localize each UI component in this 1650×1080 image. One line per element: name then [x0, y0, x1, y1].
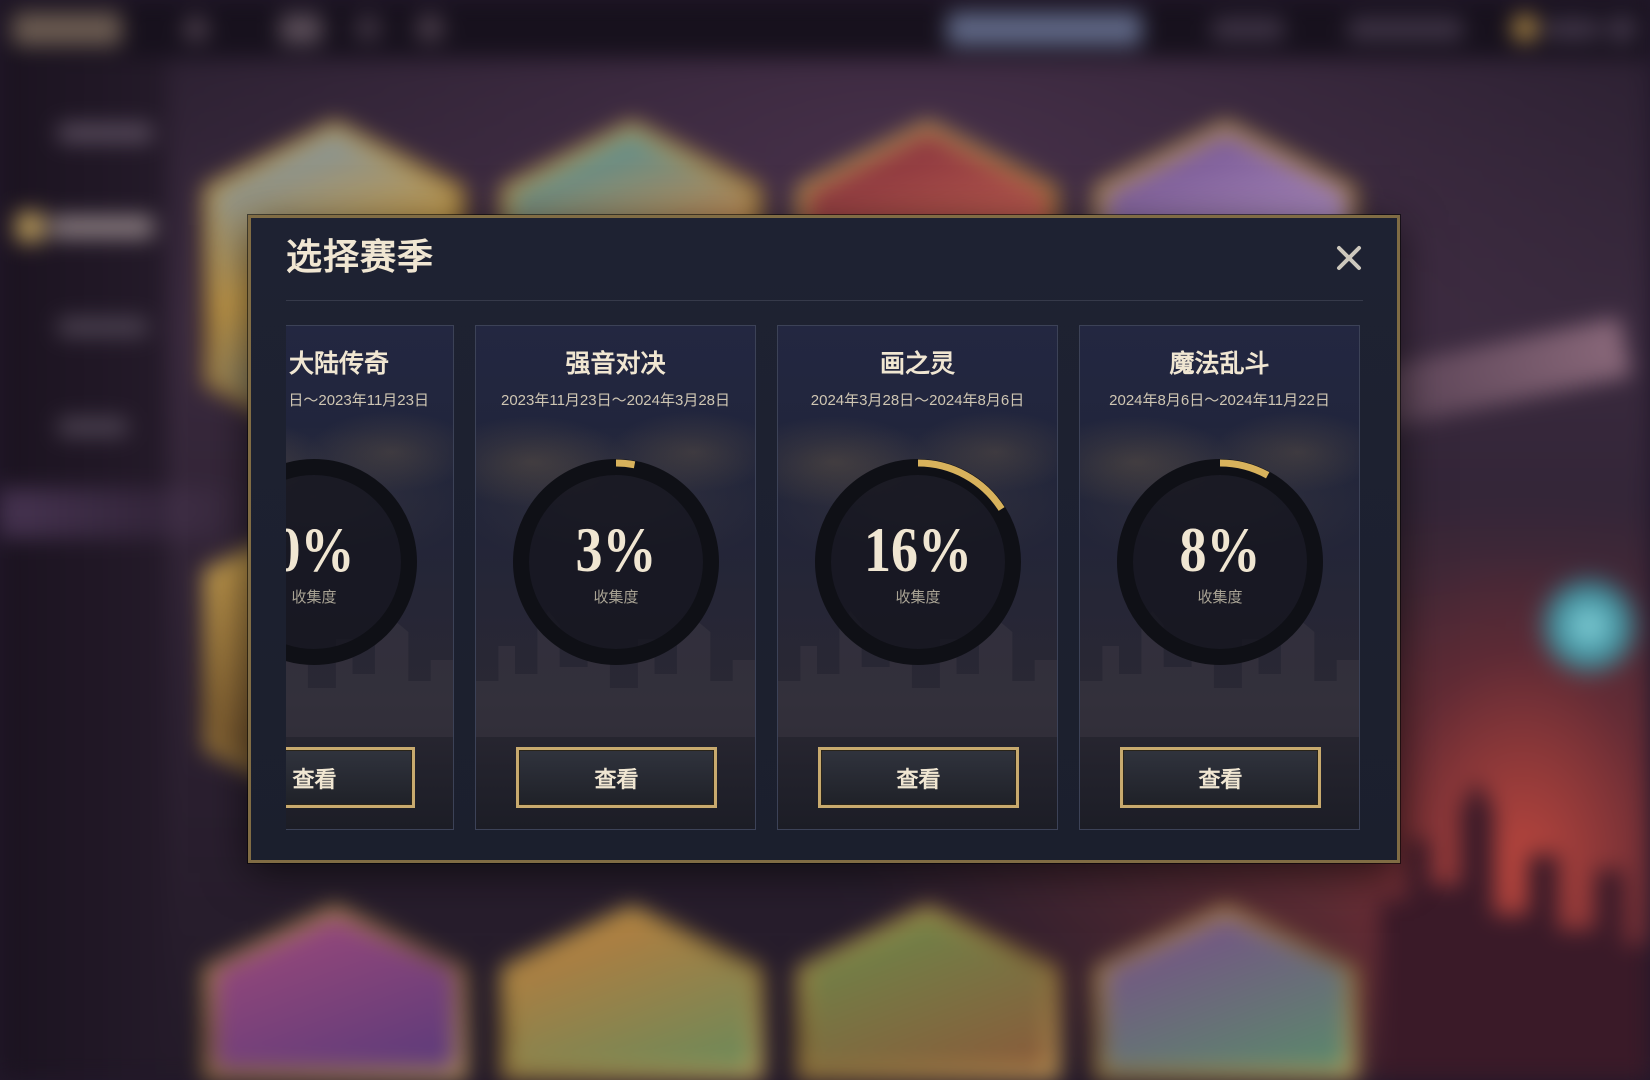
sidebar-item-active: [50, 216, 154, 238]
season-select-dialog: 选择赛季 大陆传奇 日～2023年11月23日 0% 收集度: [248, 215, 1400, 863]
sidebar-item-icon: [16, 212, 44, 242]
collection-progress-ring: 3% 收集度: [511, 457, 721, 667]
collection-progress-ring: 8% 收集度: [1115, 457, 1325, 667]
nav-highlight-pill: [947, 12, 1142, 46]
header-divider: [286, 300, 1363, 301]
collection-percent: 3%: [575, 514, 657, 586]
game-logo: [12, 12, 122, 46]
view-button[interactable]: 查看: [1120, 747, 1321, 808]
nav-item: [1348, 18, 1463, 40]
season-date-range: 日～2023年11月23日: [288, 392, 429, 409]
sidebar-item: [58, 318, 148, 336]
nav-icon: [416, 14, 444, 42]
season-title: 魔法乱斗: [1169, 350, 1270, 378]
collection-label: 收集度: [593, 589, 639, 606]
collection-hex-tile: [204, 905, 466, 1080]
collection-progress-ring: 0% 收集度: [286, 457, 419, 667]
view-button[interactable]: 查看: [516, 747, 717, 808]
light-streak: [0, 488, 260, 538]
view-button[interactable]: 查看: [818, 747, 1019, 808]
hex-artwork: [1105, 915, 1347, 1070]
hex-artwork: [807, 915, 1049, 1070]
collection-label: 收集度: [291, 589, 337, 606]
sidebar-item: [58, 418, 128, 436]
season-carousel[interactable]: 大陆传奇 日～2023年11月23日 0% 收集度 查看 强音对决 2023年1…: [286, 325, 1363, 830]
collection-hex-tile: [1095, 905, 1357, 1080]
nav-item: [1212, 18, 1284, 40]
settings-icon: [1608, 16, 1636, 42]
hex-artwork: [511, 915, 753, 1070]
dialog-title: 选择赛季: [286, 236, 435, 277]
currency-icon: [1512, 14, 1538, 42]
season-card: 画之灵 2024年3月28日～2024年8月6日 16% 收集度 查看: [777, 325, 1058, 830]
season-title: 画之灵: [879, 350, 955, 378]
collection-label: 收集度: [1197, 589, 1243, 606]
collection-percent: 0%: [286, 514, 355, 586]
close-button[interactable]: [1330, 239, 1368, 277]
close-icon: [1337, 246, 1361, 270]
season-date-range: 2024年3月28日～2024年8月6日: [810, 392, 1025, 409]
season-card: 强音对决 2023年11月23日～2024年3月28日 3% 收集度 查看: [475, 325, 756, 830]
nav-icon: [356, 16, 380, 40]
view-button[interactable]: 查看: [286, 747, 415, 808]
season-title: 大陆传奇: [288, 350, 389, 378]
collection-percent: 8%: [1179, 514, 1261, 586]
collection-hex-tile: [501, 905, 763, 1080]
season-date-range: 2023年11月23日～2024年3月28日: [500, 392, 731, 409]
season-card: 魔法乱斗 2024年8月6日～2024年11月22日 8% 收集度 查看: [1079, 325, 1360, 830]
collection-hex-tile: [797, 905, 1059, 1080]
season-card: 大陆传奇 日～2023年11月23日 0% 收集度 查看: [286, 325, 454, 830]
season-title: 强音对决: [565, 350, 666, 378]
nav-icon: [280, 14, 322, 44]
collection-label: 收集度: [895, 589, 941, 606]
collection-percent: 16%: [864, 514, 972, 586]
hex-artwork: [214, 915, 456, 1070]
season-date-range: 2024年8月6日～2024年11月22日: [1109, 392, 1330, 409]
currency-amount: [1545, 18, 1600, 40]
season-card-track: 大陆传奇 日～2023年11月23日 0% 收集度 查看 强音对决 2023年1…: [286, 325, 1360, 830]
teal-orb-icon: [1534, 571, 1644, 681]
collection-progress-ring: 16% 收集度: [813, 457, 1023, 667]
nav-icon: [183, 16, 209, 42]
sidebar-item: [58, 124, 153, 142]
